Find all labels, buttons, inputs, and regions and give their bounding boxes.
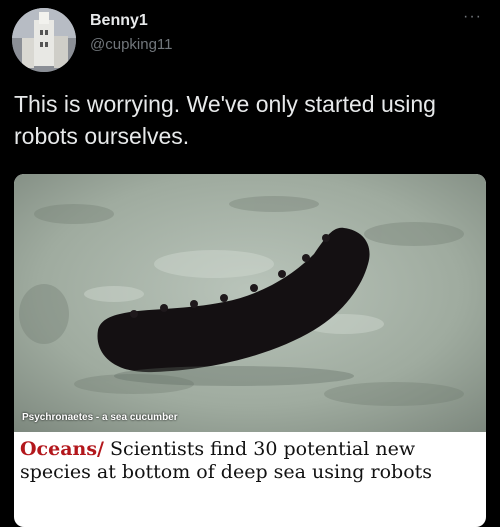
tweet: Benny1 @cupking11 ··· This is worrying. …: [0, 0, 500, 527]
section-separator: /: [97, 438, 104, 460]
article-headline-block[interactable]: Oceans/ Scientists find 30 potential new…: [20, 438, 480, 484]
avatar-image: [12, 8, 76, 72]
article-photo: [14, 174, 486, 432]
display-name[interactable]: Benny1: [90, 12, 148, 30]
user-handle[interactable]: @cupking11: [90, 36, 173, 53]
section-label[interactable]: Oceans: [20, 438, 97, 460]
media-card[interactable]: Psychronaetes - a sea cucumber Oceans/ S…: [14, 174, 486, 527]
image-caption: Psychronaetes - a sea cucumber: [22, 412, 178, 423]
avatar[interactable]: [12, 8, 76, 72]
more-options-icon[interactable]: ···: [463, 8, 482, 26]
tweet-text: This is worrying. We've only started usi…: [14, 91, 436, 149]
